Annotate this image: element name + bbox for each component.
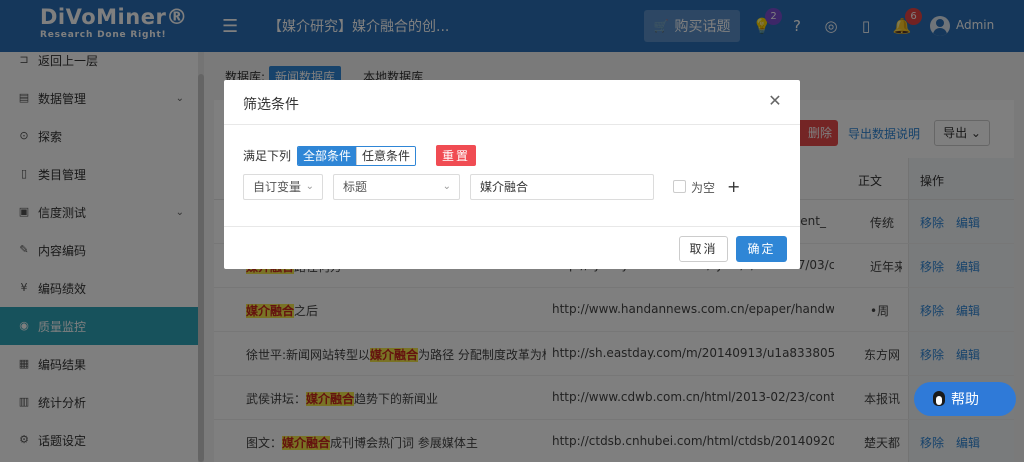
filter-dialog: 筛选条件 ✕ 满足下列 全部条件 任意条件 重置 自订变量 ⌄ 标题 ⌄ 媒介融… [224,80,800,269]
dialog-divider [224,226,800,227]
satisfy-label: 满足下列 [243,149,292,163]
variable-select-value: 自订变量 [253,180,302,194]
help-button[interactable]: 帮助 [914,382,1016,416]
dialog-header: 筛选条件 ✕ [224,80,800,125]
reset-button[interactable]: 重置 [436,145,477,166]
cancel-button[interactable]: 取消 [679,236,728,262]
condition-mode-row: 满足下列 全部条件 任意条件 重置 [243,145,477,166]
chevron-down-icon: ⌄ [442,181,451,192]
variable-select[interactable]: 自订变量 ⌄ [243,174,323,200]
help-label: 帮助 [951,392,979,408]
close-icon[interactable]: ✕ [766,92,784,110]
all-conditions-option[interactable]: 全部条件 [298,146,357,165]
empty-checkbox[interactable] [673,180,686,193]
chevron-down-icon: ⌄ [305,181,314,192]
any-condition-option[interactable]: 任意条件 [356,146,416,165]
confirm-button[interactable]: 确定 [736,236,787,262]
dialog-title: 筛选条件 [243,97,299,113]
field-select[interactable]: 标题 ⌄ [333,174,460,200]
qq-penguin-icon [932,391,946,407]
field-select-value: 标题 [343,180,368,194]
empty-label: 为空 [691,181,716,195]
filter-value-input[interactable]: 媒介融合 [470,174,654,200]
filter-rule-row: 自订变量 ⌄ 标题 ⌄ 媒介融合 为空 + [243,174,783,200]
condition-mode-toggle: 全部条件 任意条件 [297,145,417,166]
add-rule-icon[interactable]: + [727,174,740,200]
